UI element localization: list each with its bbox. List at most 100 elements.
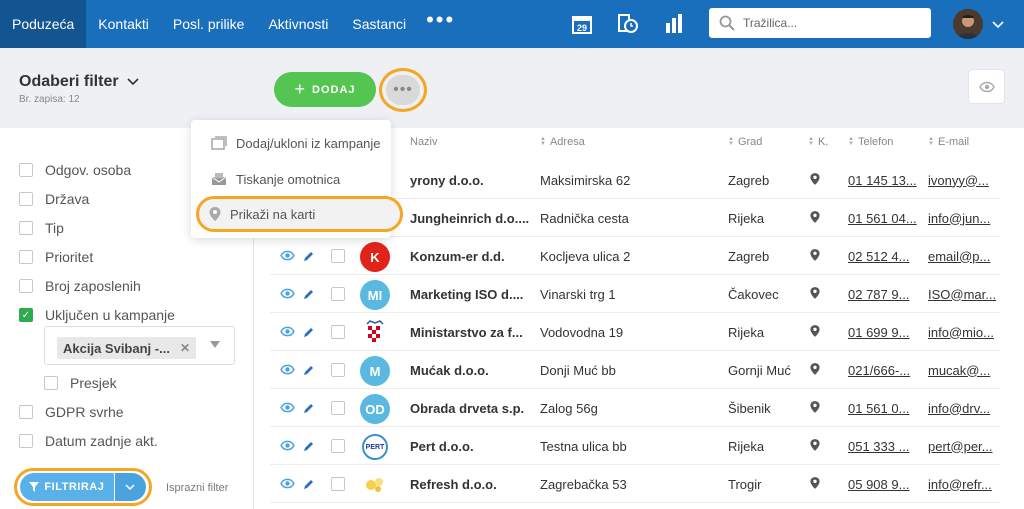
eye-icon[interactable] — [280, 478, 295, 489]
remove-tag-icon[interactable]: ✕ — [180, 341, 190, 355]
eye-icon[interactable] — [280, 288, 295, 299]
filter-prioritet[interactable]: Prioritet — [19, 249, 93, 265]
nav-item-poduzeca[interactable]: Poduzeća — [0, 0, 87, 48]
nav-item-sastanci[interactable]: Sastanci — [340, 0, 418, 48]
edit-pencil-icon[interactable] — [303, 440, 315, 452]
cell-name[interactable]: Ministarstvo za f... — [410, 313, 532, 351]
dropdown-caret-icon[interactable] — [210, 341, 220, 348]
cell-phone[interactable]: 02 787 9... — [848, 275, 920, 313]
reports-chart-icon[interactable] — [662, 12, 686, 36]
menu-item-campaign[interactable]: Dodaj/ukloni iz kampanje — [191, 128, 391, 158]
checkbox[interactable] — [19, 250, 33, 264]
map-pin-icon[interactable] — [810, 476, 820, 490]
map-pin-icon[interactable] — [810, 324, 820, 338]
column-header-grad[interactable]: ▲ ▼ Grad — [728, 136, 762, 148]
task-clock-icon[interactable] — [616, 12, 640, 36]
cell-name[interactable]: Marketing ISO d.... — [410, 275, 532, 313]
map-pin-icon[interactable] — [810, 362, 820, 376]
filter-tip[interactable]: Tip — [19, 220, 64, 236]
cell-phone[interactable]: 051 333 ... — [848, 427, 920, 465]
eye-icon[interactable] — [280, 402, 295, 413]
map-pin-icon[interactable] — [810, 210, 820, 224]
filter-odgov-osoba[interactable]: Odgov. osoba — [19, 162, 131, 178]
checkbox[interactable] — [19, 434, 33, 448]
edit-pencil-icon[interactable] — [303, 326, 315, 338]
cell-phone[interactable]: 021/666-... — [848, 351, 920, 389]
map-pin-icon[interactable] — [810, 172, 820, 186]
row-checkbox[interactable] — [331, 325, 345, 339]
eye-icon[interactable] — [280, 326, 295, 337]
campaign-select[interactable]: Akcija Svibanj -... ✕ — [44, 326, 235, 365]
map-pin-icon[interactable] — [810, 286, 820, 300]
edit-pencil-icon[interactable] — [303, 250, 315, 262]
cell-email[interactable]: ivonyy@... — [928, 161, 998, 199]
view-toggle-button[interactable] — [968, 69, 1005, 104]
user-avatar[interactable] — [953, 9, 983, 39]
nav-item-poslovne-prilike[interactable]: Posl. prilike — [161, 0, 257, 48]
map-pin-icon[interactable] — [810, 248, 820, 262]
table-row[interactable]: OD Obrada drveta s.p. Zalog 56g Šibenik 01 5… — [270, 389, 1000, 427]
cell-name[interactable]: Pert d.o.o. — [410, 427, 532, 465]
checkbox[interactable] — [19, 279, 33, 293]
column-header-naziv[interactable]: Naziv — [410, 136, 438, 148]
cell-name[interactable]: Refresh d.o.o. — [410, 465, 532, 503]
table-row[interactable]: M Mućak d.o.o. Donji Muć bb Gornji Muć 021/6… — [270, 351, 1000, 389]
nav-item-aktivnosti[interactable]: Aktivnosti — [256, 0, 340, 48]
table-row[interactable]: Ministarstvo za f... Vodovodna 19 Rijeka 01… — [270, 313, 1000, 351]
clear-filter-link[interactable]: Isprazni filter — [166, 482, 228, 494]
add-button[interactable]: + DODAJ — [274, 72, 376, 107]
checkbox[interactable] — [19, 192, 33, 206]
row-checkbox[interactable] — [331, 477, 345, 491]
filter-datum-zadnje-akt[interactable]: Datum zadnje akt. — [19, 433, 158, 449]
cell-name[interactable]: Obrada drveta s.p. — [410, 389, 532, 427]
nav-more-button[interactable]: ••• — [418, 7, 463, 33]
menu-item-show-on-map[interactable]: Prikaži na karti — [196, 196, 403, 232]
cell-name[interactable]: Konzum-er d.d. — [410, 237, 532, 275]
column-header-email[interactable]: ▲ ▼ E-mail — [928, 136, 969, 148]
column-header-adresa[interactable]: ▲ ▼ Adresa — [540, 136, 585, 148]
row-checkbox[interactable] — [331, 439, 345, 453]
cell-email[interactable]: ISO@mar... — [928, 275, 998, 313]
cell-phone[interactable]: 01 561 0... — [848, 389, 920, 427]
cell-phone[interactable]: 01 561 04... — [848, 199, 920, 237]
row-checkbox[interactable] — [331, 287, 345, 301]
cell-name[interactable]: Mućak d.o.o. — [410, 351, 532, 389]
cell-name[interactable]: Jungheinrich d.o.... — [410, 199, 532, 237]
more-actions-button[interactable]: ••• — [379, 68, 427, 112]
filter-presjek[interactable]: Presjek — [44, 375, 117, 391]
cell-email[interactable]: email@p... — [928, 237, 998, 275]
edit-pencil-icon[interactable] — [303, 364, 315, 376]
cell-email[interactable]: info@refr... — [928, 465, 998, 503]
checkbox[interactable] — [44, 376, 58, 390]
cell-phone[interactable]: 01 699 9... — [848, 313, 920, 351]
user-menu-chevron-icon[interactable] — [992, 18, 1004, 32]
column-header-telefon[interactable]: ▲ ▼ Telefon — [848, 136, 893, 148]
filter-drzava[interactable]: Država — [19, 191, 89, 207]
table-row[interactable]: K Konzum-er d.d. Kocljeva ulica 2 Zagreb 02 … — [270, 237, 1000, 275]
cell-name[interactable]: yrony d.o.o. — [410, 161, 532, 199]
eye-icon[interactable] — [280, 440, 295, 451]
edit-pencil-icon[interactable] — [303, 288, 315, 300]
map-pin-icon[interactable] — [810, 400, 820, 414]
cell-email[interactable]: info@jun... — [928, 199, 998, 237]
cell-email[interactable]: mucak@... — [928, 351, 998, 389]
filter-button[interactable]: FILTRIRAJ — [20, 473, 114, 501]
calendar-icon[interactable]: 29 — [570, 12, 594, 36]
eye-icon[interactable] — [280, 364, 295, 375]
checkbox[interactable] — [19, 163, 33, 177]
eye-icon[interactable] — [280, 250, 295, 261]
edit-pencil-icon[interactable] — [303, 402, 315, 414]
table-row[interactable]: MI Marketing ISO d.... Vinarski trg 1 Čakov… — [270, 275, 1000, 313]
table-row[interactable]: PERT Pert d.o.o. Testna ulica bb Rijeka 051 … — [270, 427, 1000, 465]
edit-pencil-icon[interactable] — [303, 478, 315, 490]
filter-selector[interactable]: Odaberi filter — [19, 73, 139, 91]
search-input[interactable] — [743, 16, 913, 30]
checkbox-checked[interactable]: ✓ — [19, 308, 33, 322]
filter-ukljucen-u-kampanje[interactable]: ✓ Uključen u kampanje — [19, 307, 175, 323]
filter-broj-zaposlenih[interactable]: Broj zaposlenih — [19, 278, 141, 294]
nav-item-kontakti[interactable]: Kontakti — [86, 0, 161, 48]
filter-options-button[interactable] — [114, 473, 146, 501]
search-box[interactable] — [709, 8, 931, 38]
row-checkbox[interactable] — [331, 249, 345, 263]
cell-email[interactable]: info@drv... — [928, 389, 998, 427]
